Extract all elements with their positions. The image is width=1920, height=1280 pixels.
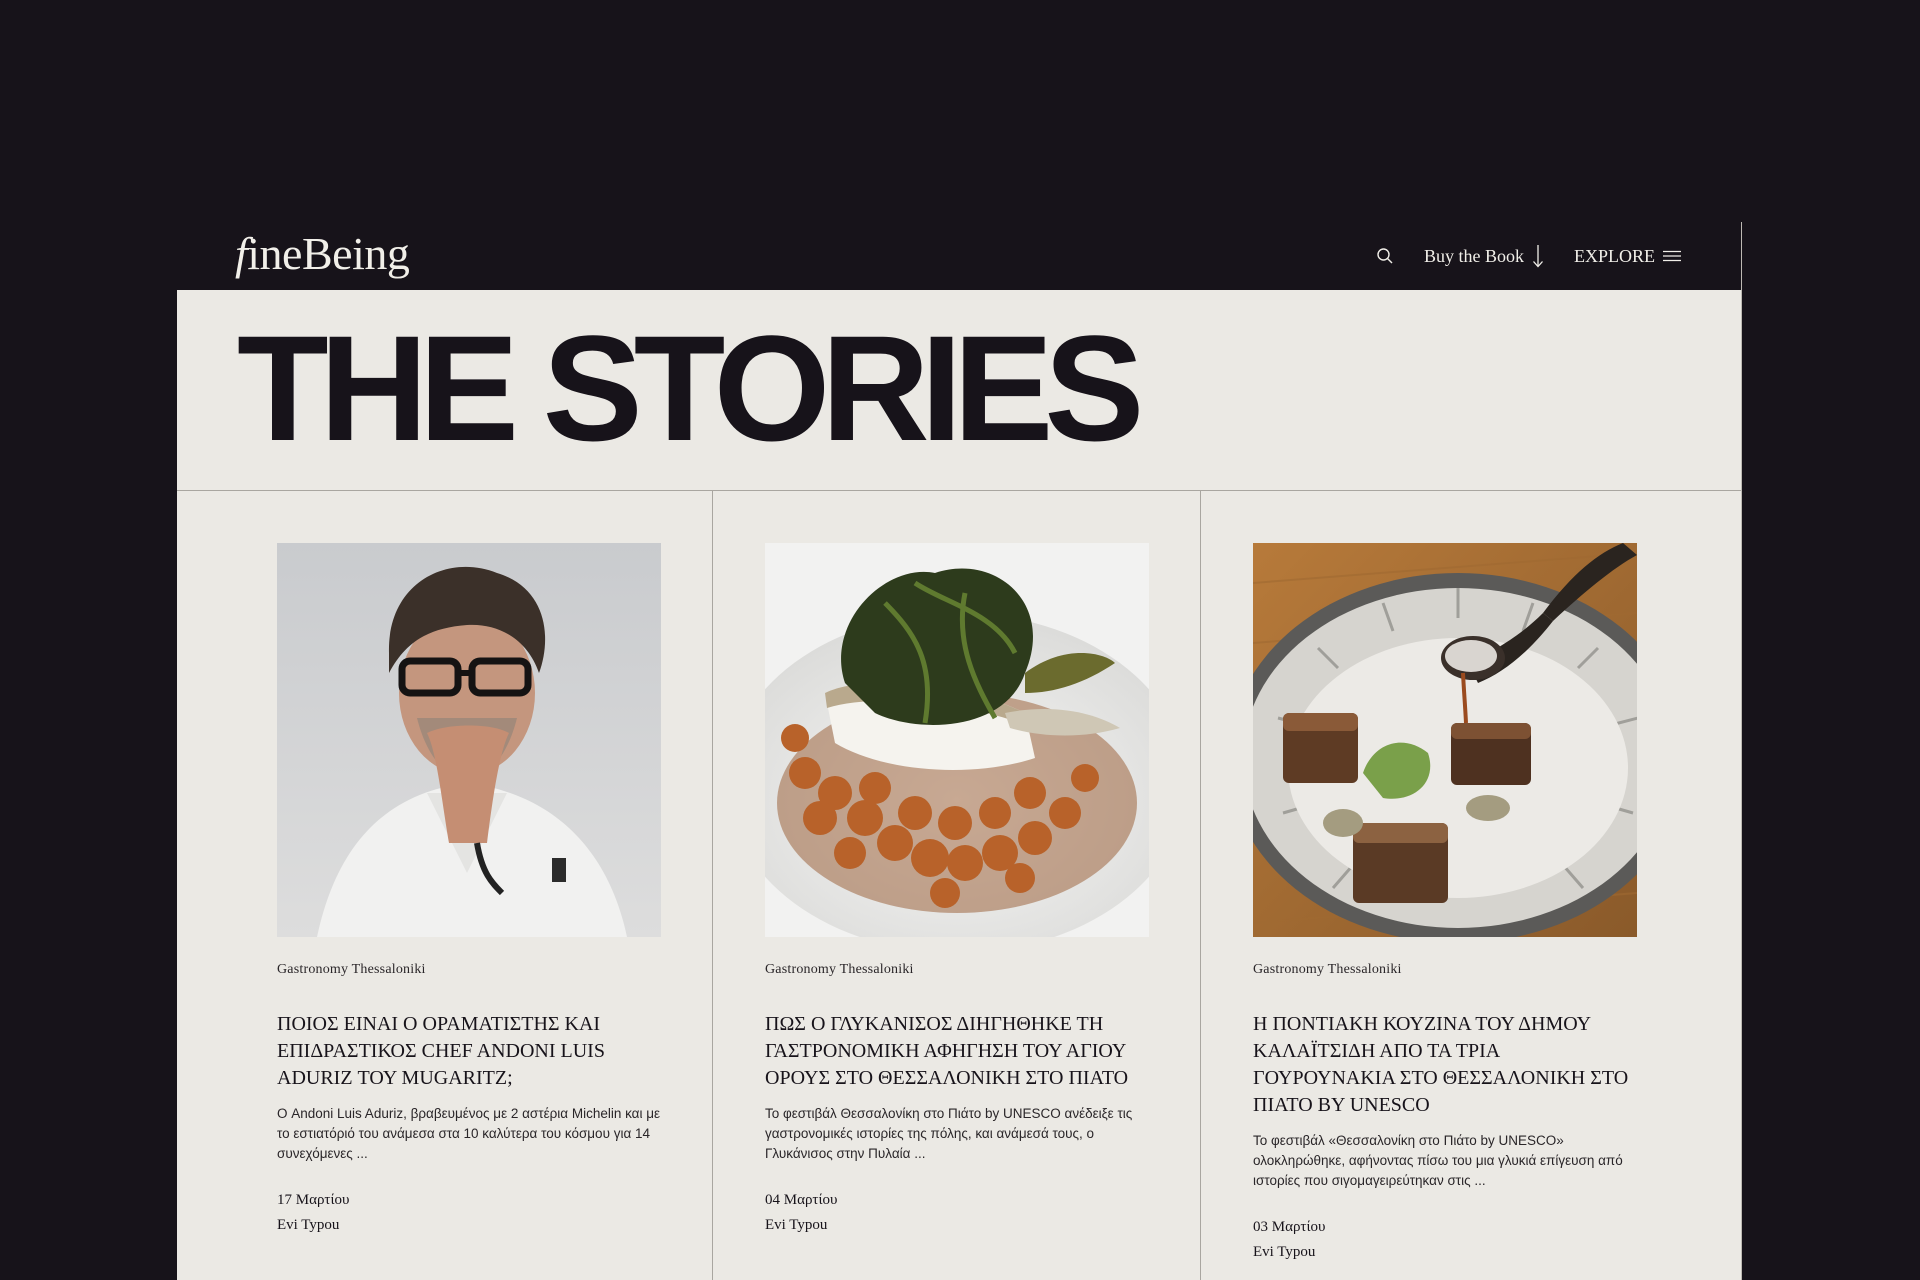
story-category[interactable]: Gastronomy Thessaloniki <box>765 961 1149 979</box>
story-excerpt: Το φεστιβάλ «Θεσσαλονίκη στο Πιάτο by UN… <box>1253 1133 1623 1188</box>
story-excerpt: Ο Andoni Luis Aduriz, βραβευμένος με 2 α… <box>277 1106 661 1161</box>
hero-section: THE STORIES <box>177 290 1741 491</box>
story-author[interactable]: Evi Typou <box>765 1213 1149 1238</box>
top-navbar: fineBeing Buy the Book EXPLORE <box>177 222 1741 291</box>
story-grid: Gastronomy Thessaloniki ΠΟΙΟΣ ΕΙΝΑΙ Ο ΟΡ… <box>177 491 1741 1280</box>
nav-actions: Buy the Book EXPLORE <box>1376 222 1681 290</box>
page-frame: fineBeing Buy the Book EXPLORE THE STORI… <box>177 222 1742 1280</box>
buy-book-label: Buy the Book <box>1423 245 1524 266</box>
logo-wordmark: ineBeing <box>247 228 410 279</box>
menu-icon <box>1663 250 1681 262</box>
finebeing-logo[interactable]: fineBeing <box>235 224 410 284</box>
story-card: Gastronomy Thessaloniki Η ΠΟΝΤΙΑΚΗ ΚΟΥΖΙ… <box>1201 491 1741 1280</box>
explore-label: EXPLORE <box>1574 245 1655 266</box>
story-card: Gastronomy Thessaloniki ΠΩΣ Ο ΓΛΥΚΑΝΙΣΟΣ… <box>713 491 1201 1280</box>
logo-initial: f <box>235 228 248 279</box>
story-author[interactable]: Evi Typou <box>1253 1240 1637 1265</box>
arrow-down-icon <box>1533 245 1543 268</box>
story-author[interactable]: Evi Typou <box>277 1213 661 1238</box>
search-button[interactable] <box>1376 247 1394 265</box>
story-card: Gastronomy Thessaloniki ΠΟΙΟΣ ΕΙΝΑΙ Ο ΟΡ… <box>177 491 713 1280</box>
story-excerpt: Το φεστιβάλ Θεσσαλονίκη στο Πιάτο by UNE… <box>765 1106 1133 1161</box>
story-card-text: Gastronomy Thessaloniki ΠΩΣ Ο ΓΛΥΚΑΝΙΣΟΣ… <box>765 961 1149 1238</box>
story-title[interactable]: ΠΟΙΟΣ ΕΙΝΑΙ Ο ΟΡΑΜΑΤΙΣΤΗΣ ΚΑΙ ΕΠΙΔΡΑΣΤΙΚ… <box>277 1011 661 1092</box>
fish-chickpeas-image[interactable] <box>765 543 1149 937</box>
story-title[interactable]: ΠΩΣ Ο ΓΛΥΚΑΝΙΣΟΣ ΔΙΗΓΗΘΗΚΕ ΤΗ ΓΑΣΤΡΟΝΟΜΙ… <box>765 1011 1149 1092</box>
explore-menu-button[interactable]: EXPLORE <box>1574 246 1681 267</box>
pork-belly-image[interactable] <box>1253 543 1637 937</box>
page-title: THE STORIES <box>237 304 1144 472</box>
story-category[interactable]: Gastronomy Thessaloniki <box>277 961 661 979</box>
story-date: 04 Μαρτίου <box>765 1192 838 1208</box>
story-category[interactable]: Gastronomy Thessaloniki <box>1253 961 1637 979</box>
main-content: THE STORIES Gastronomy Thessaloniki ΠΟΙΟ… <box>177 290 1741 1280</box>
story-card-text: Gastronomy Thessaloniki Η ΠΟΝΤΙΑΚΗ ΚΟΥΖΙ… <box>1253 961 1637 1265</box>
buy-book-link[interactable]: Buy the Book <box>1424 243 1544 269</box>
story-date: 17 Μαρτίου <box>277 1192 350 1208</box>
story-title[interactable]: Η ΠΟΝΤΙΑΚΗ ΚΟΥΖΙΝΑ ΤΟΥ ΔΗΜΟΥ ΚΑΛΑΪΤΣΙΔΗ … <box>1253 1011 1637 1119</box>
chef-portrait-image[interactable] <box>277 543 661 937</box>
search-icon <box>1377 248 1393 264</box>
story-card-text: Gastronomy Thessaloniki ΠΟΙΟΣ ΕΙΝΑΙ Ο ΟΡ… <box>277 961 661 1238</box>
story-date: 03 Μαρτίου <box>1253 1219 1326 1235</box>
